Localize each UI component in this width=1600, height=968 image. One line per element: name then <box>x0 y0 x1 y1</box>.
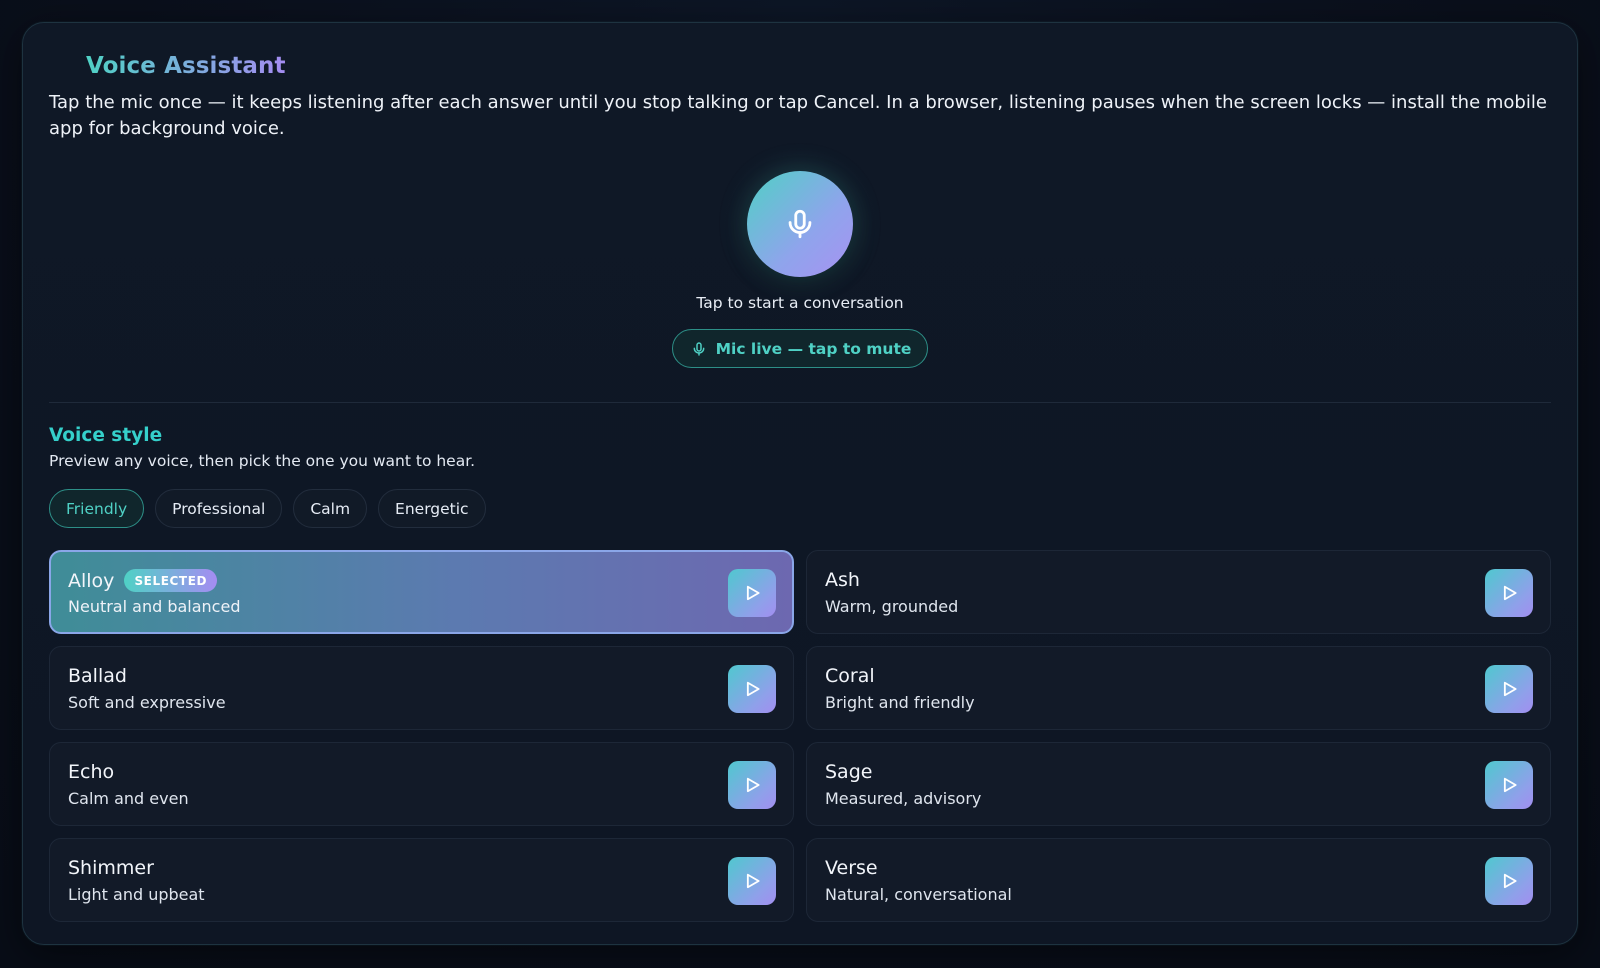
play-icon <box>746 585 760 601</box>
voice-name-row: Sage <box>825 761 872 783</box>
voice-name-row: Alloy SELECTED <box>68 569 218 592</box>
voice-card-coral[interactable]: Coral Bright and friendly <box>806 646 1551 730</box>
voice-name: Coral <box>825 665 875 687</box>
voice-description: Warm, grounded <box>825 597 959 616</box>
play-preview-button[interactable] <box>728 761 776 809</box>
voice-description: Neutral and balanced <box>68 597 241 616</box>
voice-card-alloy[interactable]: Alloy SELECTED Neutral and balanced <box>49 550 794 634</box>
voice-card-ash[interactable]: Ash Warm, grounded <box>806 550 1551 634</box>
chip-professional[interactable]: Professional <box>155 489 283 528</box>
voice-name: Echo <box>68 761 115 783</box>
play-icon <box>746 873 760 889</box>
mute-toggle-button[interactable]: Mic live — tap to mute <box>671 329 929 368</box>
mic-section: Tap to start a conversation Mic live — t… <box>23 171 1577 368</box>
voice-card-echo[interactable]: Echo Calm and even <box>49 742 794 826</box>
play-icon <box>1503 777 1517 793</box>
voice-description: Natural, conversational <box>825 885 1012 904</box>
voice-name: Verse <box>825 857 878 879</box>
voice-assistant-panel: Voice Assistant Tap the mic once — it ke… <box>22 22 1578 945</box>
play-icon <box>746 777 760 793</box>
page-title: Voice Assistant <box>86 53 286 79</box>
voice-style-subtitle: Preview any voice, then pick the one you… <box>49 452 476 470</box>
voice-style-title: Voice style <box>49 425 163 446</box>
voice-name: Ash <box>825 569 860 591</box>
voice-name: Alloy <box>68 569 115 592</box>
voice-name-row: Verse <box>825 857 878 879</box>
chip-energetic[interactable]: Energetic <box>378 489 486 528</box>
voice-grid: Alloy SELECTED Neutral and balanced Ash … <box>49 550 1551 922</box>
voice-card-sage[interactable]: Sage Measured, advisory <box>806 742 1551 826</box>
mic-button[interactable] <box>747 171 853 277</box>
voice-name-row: Echo <box>68 761 114 783</box>
play-icon <box>1503 681 1517 697</box>
microphone-icon <box>788 209 812 239</box>
voice-name-row: Ash <box>825 569 860 591</box>
play-preview-button[interactable] <box>728 569 776 617</box>
play-preview-button[interactable] <box>728 857 776 905</box>
chip-calm[interactable]: Calm <box>293 489 368 528</box>
voice-description: Soft and expressive <box>68 693 226 712</box>
voice-name-row: Ballad <box>68 665 127 687</box>
voice-name-row: Shimmer <box>68 857 154 879</box>
voice-name: Shimmer <box>68 857 154 879</box>
selected-badge: SELECTED <box>124 569 218 592</box>
voice-card-verse[interactable]: Verse Natural, conversational <box>806 838 1551 922</box>
mic-caption: Tap to start a conversation <box>696 294 904 312</box>
voice-description: Light and upbeat <box>68 885 205 904</box>
play-preview-button[interactable] <box>1485 857 1533 905</box>
play-icon <box>746 681 760 697</box>
play-icon <box>1503 585 1517 601</box>
voice-card-shimmer[interactable]: Shimmer Light and upbeat <box>49 838 794 922</box>
play-preview-button[interactable] <box>1485 665 1533 713</box>
voice-name-row: Coral <box>825 665 875 687</box>
style-chip-group: Friendly Professional Calm Energetic <box>49 489 486 528</box>
play-preview-button[interactable] <box>728 665 776 713</box>
voice-card-ballad[interactable]: Ballad Soft and expressive <box>49 646 794 730</box>
microphone-small-icon <box>693 341 705 356</box>
play-preview-button[interactable] <box>1485 761 1533 809</box>
section-divider <box>49 402 1551 403</box>
play-preview-button[interactable] <box>1485 569 1533 617</box>
intro-text: Tap the mic once — it keeps listening af… <box>49 92 1547 139</box>
mute-toggle-label: Mic live — tap to mute <box>715 339 912 358</box>
voice-description: Measured, advisory <box>825 789 982 808</box>
voice-name: Sage <box>825 761 873 783</box>
voice-name: Ballad <box>68 665 127 687</box>
play-icon <box>1503 873 1517 889</box>
chip-friendly[interactable]: Friendly <box>49 489 145 528</box>
voice-description: Calm and even <box>68 789 189 808</box>
voice-description: Bright and friendly <box>825 693 975 712</box>
